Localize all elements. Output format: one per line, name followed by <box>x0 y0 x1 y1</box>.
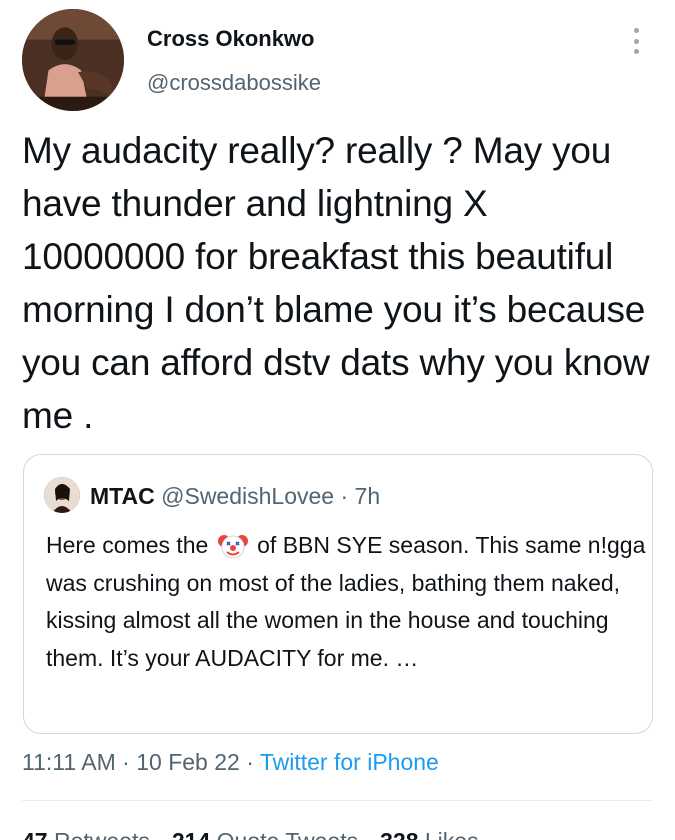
tweet-time[interactable]: 11:11 AM <box>22 749 116 775</box>
meta-separator: · <box>122 749 130 775</box>
quote-tweets-stat[interactable]: 214 Quote Tweets <box>172 828 358 840</box>
quoted-author-avatar <box>44 477 80 513</box>
likes-label: Likes <box>425 828 479 840</box>
retweets-label: Retweets <box>54 828 150 840</box>
likes-count: 328 <box>380 828 418 840</box>
tweet-date[interactable]: 10 Feb 22 <box>136 749 240 775</box>
quote-tweets-count: 214 <box>172 828 210 840</box>
tweet-meta: 11:11 AM · 10 Feb 22 · Twitter for iPhon… <box>22 747 439 777</box>
quote-tweets-label: Quote Tweets <box>217 828 359 840</box>
likes-stat[interactable]: 328 Likes <box>380 828 478 840</box>
author-avatar-image <box>22 9 124 111</box>
quoted-tweet-card[interactable]: MTAC @SwedishLovee · 7h Here comes the o… <box>23 454 653 734</box>
quoted-separator: · <box>340 483 349 509</box>
author-avatar[interactable] <box>22 9 124 111</box>
author-handle[interactable]: @crossdabossike <box>147 70 321 96</box>
more-options-icon[interactable] <box>624 26 648 56</box>
quoted-tweet-header: MTAC @SwedishLovee · 7h <box>90 481 380 511</box>
quoted-author-name: MTAC <box>90 483 155 509</box>
meta-separator-2: · <box>246 749 254 775</box>
retweets-count: 47 <box>22 828 48 840</box>
quoted-text-before-emoji: Here comes the <box>46 532 209 558</box>
quoted-timestamp: 7h <box>354 483 381 509</box>
tweet-source-link[interactable]: Twitter for iPhone <box>260 749 439 775</box>
tweet-stats: 47 Retweets 214 Quote Tweets 328 Likes <box>22 826 479 840</box>
retweets-stat[interactable]: 47 Retweets <box>22 828 150 840</box>
divider <box>22 800 653 801</box>
author-display-name[interactable]: Cross Okonkwo <box>147 26 314 52</box>
clown-face-icon <box>217 535 248 559</box>
quoted-author-handle: @SwedishLovee <box>161 483 335 509</box>
quoted-tweet-text: Here comes the of BBN SYE season. This s… <box>46 527 646 677</box>
tweet-text: My audacity really? really ? May you hav… <box>22 130 650 436</box>
